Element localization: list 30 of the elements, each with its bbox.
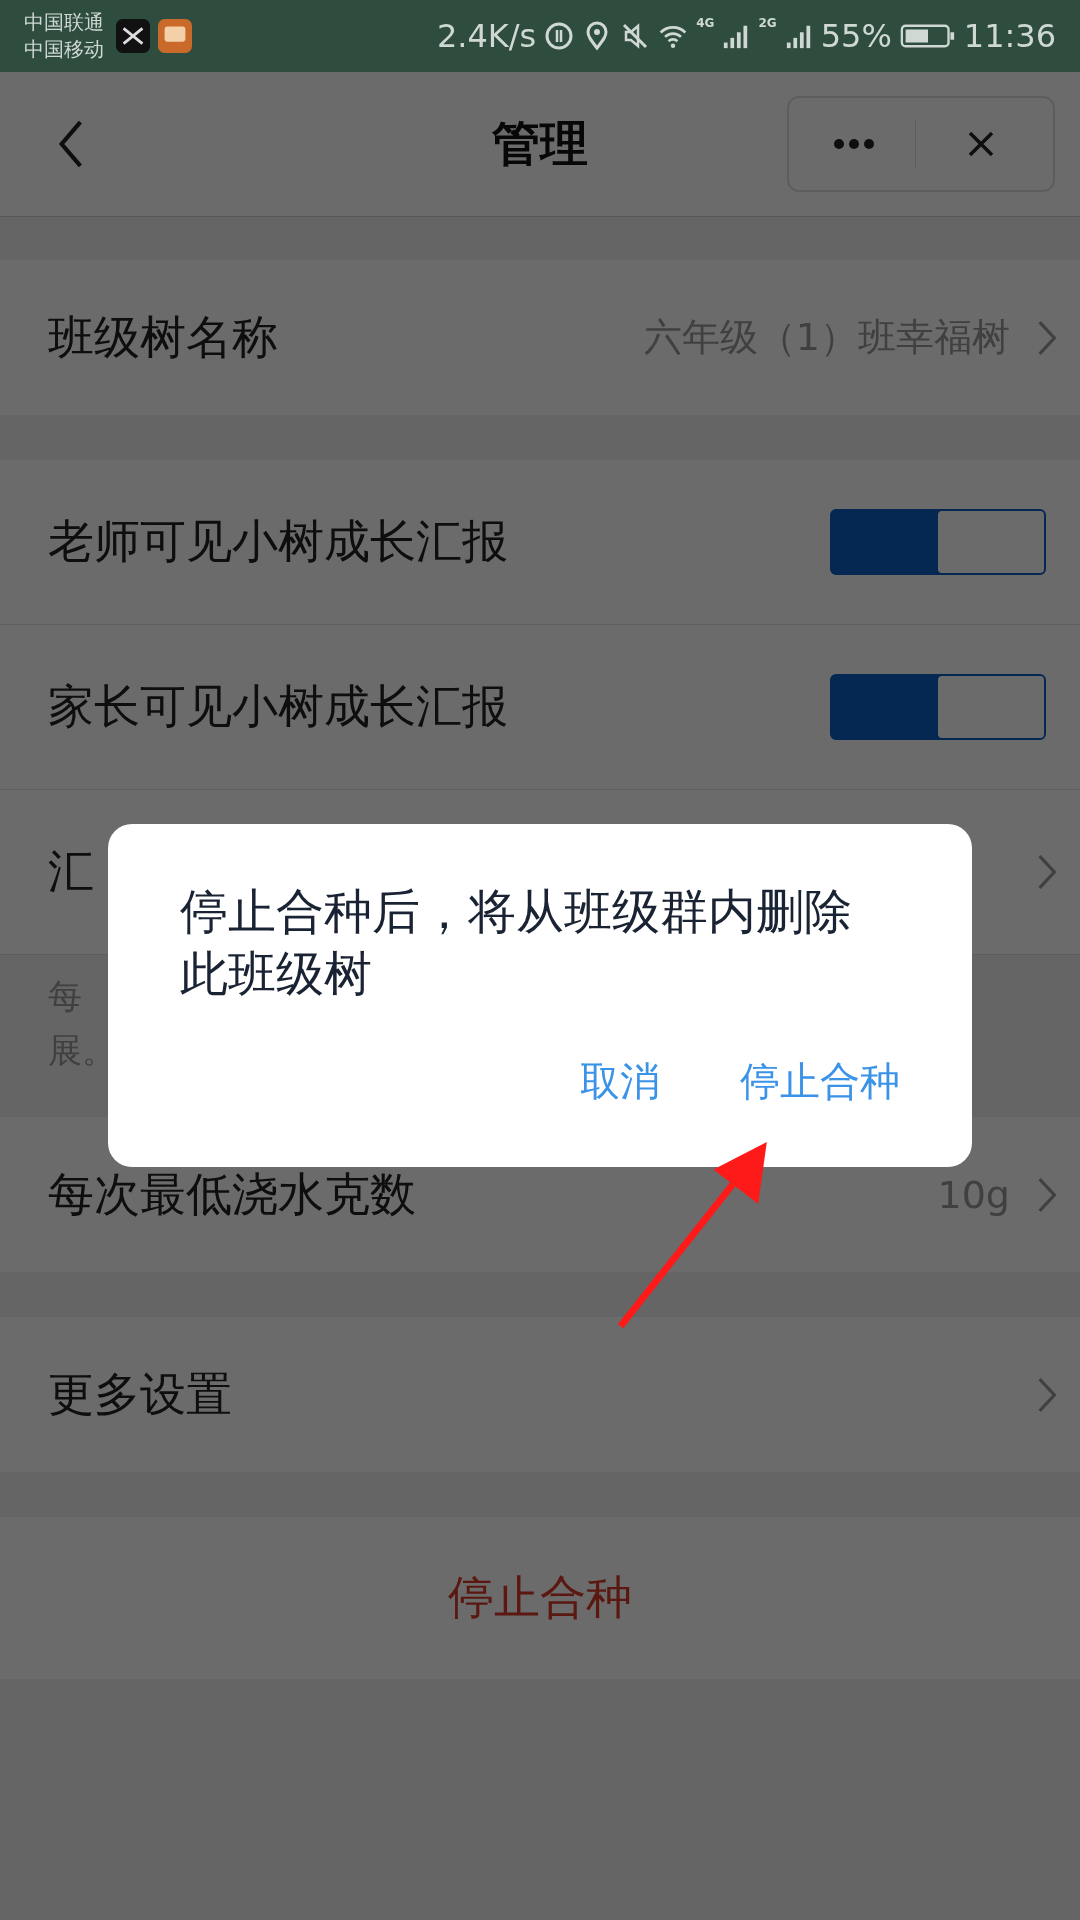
data-saver-icon <box>544 21 575 51</box>
chevron-icon <box>1036 318 1058 357</box>
network-speed: 2.4K/s <box>436 17 537 55</box>
toggle-switch[interactable] <box>830 674 1046 740</box>
dialog-message: 停止合种后，将从班级群内删除此班级树 <box>180 882 853 1003</box>
row-label: 老师可见小树成长汇报 <box>48 513 509 570</box>
app-icon <box>116 19 150 53</box>
page-title: 管理 <box>492 114 588 173</box>
dialog-button[interactable]: 取消 <box>580 1048 660 1115</box>
carrier-name: 中国移动 <box>24 36 104 63</box>
app-icon <box>158 19 192 53</box>
carrier-name: 中国联通 <box>24 9 104 36</box>
dialog-button[interactable]: 停止合种 <box>740 1048 900 1115</box>
row-label: 更多设置 <box>48 1365 233 1423</box>
row-label: 家长可见小树成长汇报 <box>48 678 509 735</box>
settings-row[interactable]: 更多设置 <box>0 1317 1080 1472</box>
row-label: 汇 <box>48 843 95 900</box>
clock: 11:36 <box>963 17 1056 55</box>
stop-button[interactable]: 停止合种 <box>428 1557 652 1639</box>
battery-percent: 55% <box>820 17 892 55</box>
chevron-icon <box>1036 1175 1058 1214</box>
network-type: 4G <box>696 16 715 30</box>
toggle-switch[interactable] <box>830 509 1046 575</box>
battery-icon <box>899 22 956 50</box>
row-label: 每次最低浇水克数 <box>48 1165 417 1223</box>
row-label: 班级树名称 <box>48 308 279 366</box>
network-type: 2G <box>758 16 777 30</box>
close-icon[interactable] <box>966 129 996 159</box>
chevron-icon <box>1036 1375 1058 1414</box>
chevron-icon <box>1036 853 1058 891</box>
